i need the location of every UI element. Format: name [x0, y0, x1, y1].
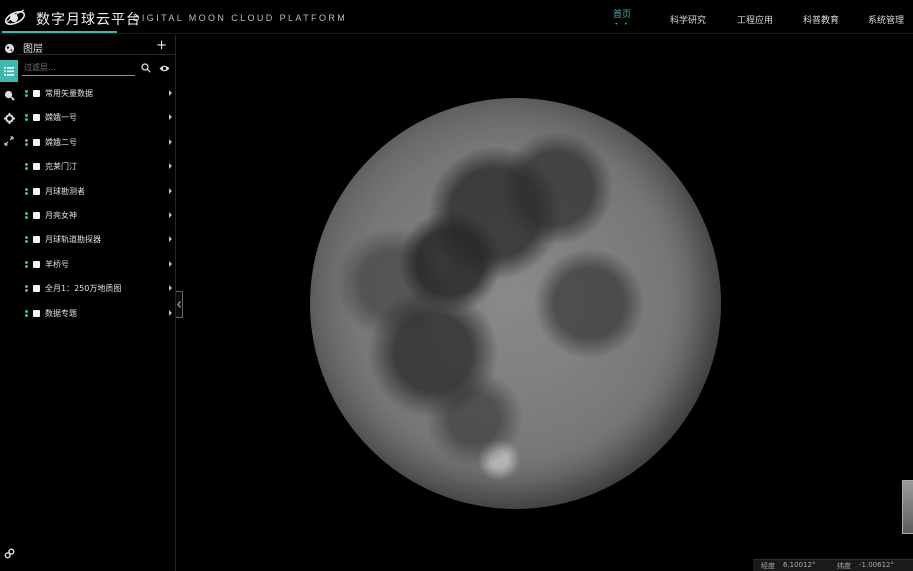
layer-row[interactable]: 嫦娥二号: [18, 133, 176, 157]
nav-home-label: 首页: [613, 10, 632, 20]
layer-row[interactable]: 数据专题: [18, 304, 176, 328]
layer-checkbox[interactable]: [33, 187, 40, 195]
fullscreen-button[interactable]: [0, 130, 18, 152]
layer-row[interactable]: 克莱门汀: [18, 157, 176, 181]
layer-label: 克莱门汀: [45, 162, 77, 172]
panel-divider: [18, 54, 176, 55]
nav-education[interactable]: 科普教育: [803, 13, 839, 26]
layer-label: 嫦娥一号: [45, 113, 77, 123]
caret-right-icon[interactable]: [169, 114, 172, 121]
link-button[interactable]: [0, 542, 18, 564]
latitude-label: 纬度: [837, 562, 851, 570]
nav-home-indicator: • •: [614, 21, 630, 28]
layer-checkbox[interactable]: [33, 309, 40, 317]
layer-label: 月球轨道勘探器: [45, 235, 101, 245]
drag-handle-icon[interactable]: [25, 114, 28, 124]
latitude-value: -1.00612°: [859, 561, 894, 569]
caret-right-icon[interactable]: [169, 309, 172, 316]
caret-right-icon[interactable]: [169, 236, 172, 243]
layer-row[interactable]: 全月1：250万地质图: [18, 279, 176, 303]
caret-right-icon[interactable]: [169, 211, 172, 218]
caret-right-icon[interactable]: [169, 260, 172, 267]
panel-collapse-handle[interactable]: [176, 291, 183, 318]
platform-logo-icon[interactable]: [3, 6, 27, 28]
caret-right-icon[interactable]: [169, 285, 172, 292]
layer-row[interactable]: 月球轨道勘探器: [18, 230, 176, 254]
longitude-label: 经度: [761, 562, 775, 570]
layer-label: 全月1：250万地质图: [45, 284, 122, 294]
add-layer-button[interactable]: +: [156, 38, 167, 53]
nav-engineering[interactable]: 工程应用: [737, 13, 773, 26]
drag-handle-icon[interactable]: [25, 187, 28, 198]
drag-handle-icon[interactable]: [25, 309, 28, 320]
layers-icon: [4, 66, 14, 76]
coordinate-statusbar: 经度 6.10012° 纬度 -1.00612°: [753, 559, 913, 571]
layer-label: 数据专题: [45, 308, 77, 318]
drag-handle-icon[interactable]: [25, 260, 28, 271]
layer-label: 羊桥号: [45, 259, 69, 269]
layer-checkbox[interactable]: [33, 90, 40, 97]
map-search-button[interactable]: [0, 84, 18, 106]
caret-right-icon[interactable]: [169, 138, 172, 145]
layer-label: 月球勘测者: [45, 186, 85, 196]
drag-handle-icon[interactable]: [25, 163, 28, 173]
caret-right-icon[interactable]: [169, 90, 172, 96]
layer-checkbox[interactable]: [33, 114, 40, 122]
moon-globe-view[interactable]: [310, 98, 721, 509]
globe-icon: [4, 43, 14, 53]
search-icon[interactable]: [141, 63, 151, 73]
layer-row[interactable]: 嫦娥一号: [18, 108, 176, 132]
eye-icon[interactable]: [159, 64, 170, 73]
drag-handle-icon[interactable]: [25, 211, 28, 222]
layer-panel-title: 图层: [23, 44, 43, 55]
caret-right-icon[interactable]: [169, 163, 172, 170]
layer-row[interactable]: 月球勘测者: [18, 182, 176, 206]
layer-checkbox[interactable]: [33, 163, 40, 171]
layer-checkbox[interactable]: [33, 211, 40, 219]
nav-science-research[interactable]: 科学研究: [670, 13, 706, 26]
top-header: 数字月球云平台 DIGITAL MOON CLOUD PLATFORM 首页 •…: [0, 0, 913, 34]
link-icon: [4, 548, 14, 558]
layer-list: 常用矢量数据 嫦娥一号 嫦娥二号 克莱门汀 月球勘测者 月亮女神 月球轨道勘探器…: [18, 84, 176, 328]
chevron-left-icon: [177, 301, 181, 308]
layer-filter-input[interactable]: [22, 60, 135, 76]
caret-right-icon[interactable]: [169, 187, 172, 194]
title-underline: [2, 31, 117, 33]
layer-label: 月亮女神: [45, 210, 77, 220]
layer-row[interactable]: 常用矢量数据: [18, 84, 176, 108]
nav-home[interactable]: 首页 • •: [613, 7, 631, 28]
drag-handle-icon[interactable]: [25, 285, 28, 295]
layer-label: 常用矢量数据: [45, 89, 93, 98]
drag-handle-icon[interactable]: [25, 90, 28, 100]
layer-row[interactable]: 月亮女神: [18, 206, 176, 230]
search-map-icon: [4, 90, 15, 101]
layer-checkbox[interactable]: [33, 260, 40, 268]
drag-handle-icon[interactable]: [25, 138, 28, 149]
layers-button[interactable]: [0, 60, 18, 82]
fullscreen-icon: [4, 136, 14, 146]
globe-button[interactable]: [0, 37, 18, 59]
layer-checkbox[interactable]: [33, 236, 40, 244]
gear-icon: [3, 112, 15, 124]
layer-label: 嫦娥二号: [45, 137, 77, 147]
tool-rail: [0, 35, 18, 571]
layer-checkbox[interactable]: [33, 138, 40, 146]
app-subtitle: DIGITAL MOON CLOUD PLATFORM: [133, 13, 348, 23]
app-title: 数字月球云平台: [36, 12, 141, 28]
drag-handle-icon[interactable]: [25, 236, 28, 246]
layer-row[interactable]: 羊桥号: [18, 255, 176, 279]
layer-checkbox[interactable]: [33, 285, 40, 293]
overview-map-toggle[interactable]: [902, 480, 913, 534]
settings-button[interactable]: [0, 107, 18, 129]
longitude-value: 6.10012°: [783, 561, 816, 569]
nav-system-admin[interactable]: 系统管理: [868, 13, 904, 26]
layer-panel: 图层 + 常用矢量数据 嫦娥一号 嫦娥二号: [18, 35, 176, 571]
